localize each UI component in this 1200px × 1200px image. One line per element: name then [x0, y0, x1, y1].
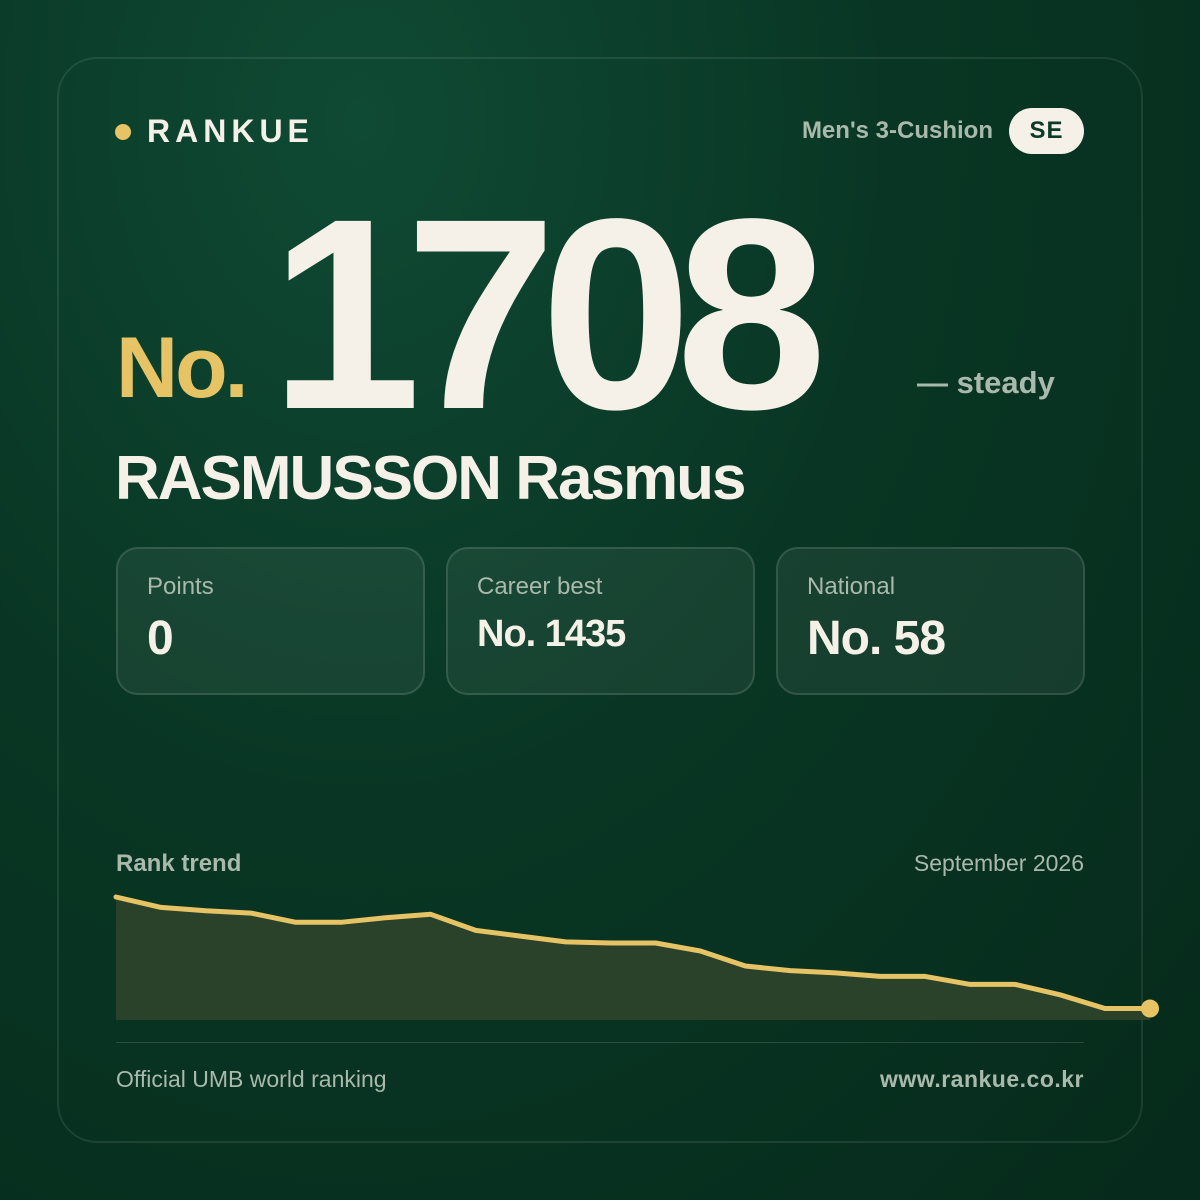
rank-number: 1708	[270, 162, 827, 466]
stat-career-best: Career best No. 1435	[446, 547, 755, 695]
player-name: RASMUSSON Rasmus	[115, 444, 746, 513]
brand-logo: RANKUE	[115, 113, 314, 150]
footer-url[interactable]: www.rankue.co.kr	[880, 1066, 1084, 1093]
stat-label: National	[807, 573, 896, 600]
trend-date: September 2026	[913, 850, 1084, 876]
footer-divider	[116, 1042, 1084, 1043]
country-badge: SE	[1009, 108, 1084, 154]
brand-dot-icon	[115, 123, 131, 140]
trend-label: Rank trend	[116, 850, 242, 877]
rank-prefix: No.	[116, 320, 249, 416]
stat-value: No. 58	[807, 612, 946, 665]
stat-points: Points 0	[116, 547, 425, 695]
stat-label: Points	[147, 573, 214, 600]
stat-value: No. 1435	[477, 613, 626, 655]
rank-change: — steady	[917, 365, 1055, 400]
category-label: Men's 3-Cushion	[801, 117, 993, 144]
brand-name: RANKUE	[147, 113, 314, 149]
trend-end-dot	[1141, 999, 1159, 1018]
stat-national: National No. 58	[776, 547, 1085, 695]
stat-label: Career best	[477, 573, 603, 600]
footer-source: Official UMB world ranking	[116, 1066, 387, 1092]
stat-value: 0	[147, 612, 174, 665]
